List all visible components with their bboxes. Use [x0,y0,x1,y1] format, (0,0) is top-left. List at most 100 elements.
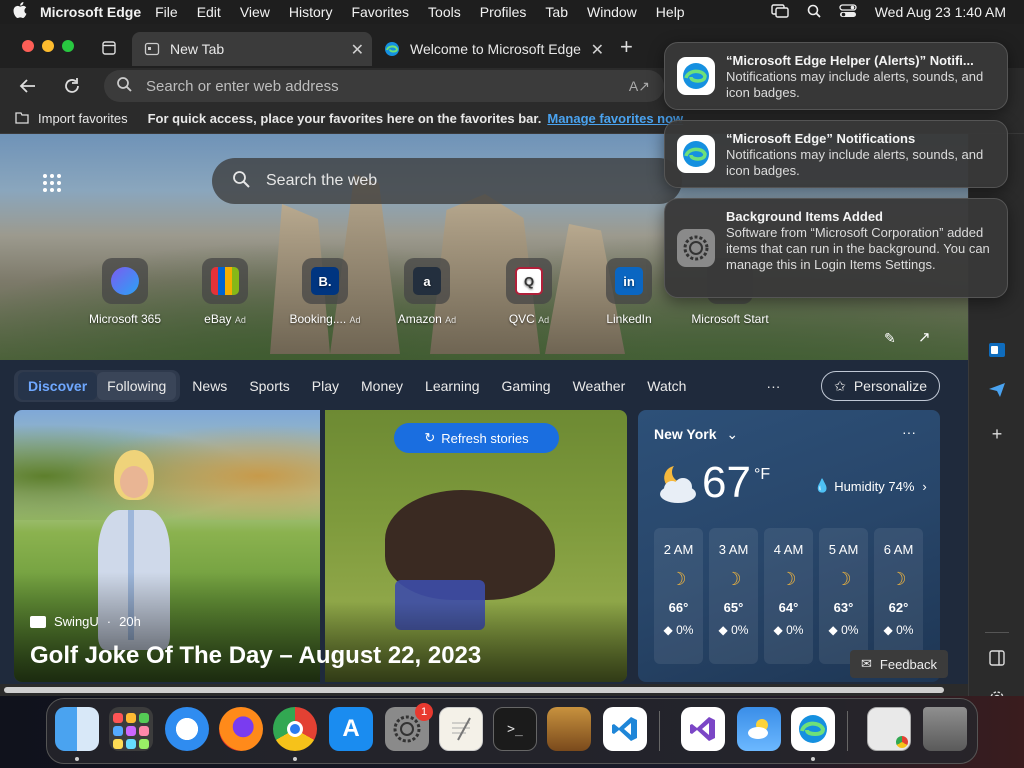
spotlight-search-icon[interactable] [807,4,821,21]
personalize-button[interactable]: ✩ Personalize [821,371,940,401]
weather-more-button[interactable]: ··· [902,424,916,440]
droplet-icon: ◆ [828,623,838,637]
tab-discover[interactable]: Discover [18,372,98,400]
notification-edge-helper[interactable]: “Microsoft Edge Helper (Alerts)” Notifi.… [664,42,1008,110]
close-tab-icon[interactable]: ✕ [591,40,604,60]
back-arrow-icon[interactable] [18,76,38,101]
precip-value: 0% [786,623,804,637]
quick-link-label: QVC [508,312,535,326]
precip-value: 0% [896,623,914,637]
weather-card[interactable]: New York ⌄ ··· 67 °F 💧 Humidity 74% › 2 … [638,410,940,682]
notification-title: Background Items Added [726,209,883,224]
nav-news[interactable]: News [192,378,227,394]
menu-view[interactable]: View [240,4,270,20]
finder-icon[interactable] [55,707,99,751]
quick-link-amazon[interactable]: a Amazon Ad [382,258,472,326]
tab-welcome[interactable]: Welcome to Microsoft Edge ✕ [372,32,612,66]
notification-background-items[interactable]: Background Items Added Software from “Mi… [664,198,1008,298]
terminal-icon[interactable]: >_ [493,707,537,751]
menu-file[interactable]: File [155,4,178,20]
menu-help[interactable]: Help [656,4,685,20]
chrome-window-preview-icon[interactable] [867,707,911,751]
edge-app-icon[interactable] [791,707,835,751]
precip-value: 0% [841,623,859,637]
menu-history[interactable]: History [289,4,333,20]
refresh-stories-button[interactable]: ↻ Refresh stories [394,423,559,453]
hourly-forecast: 5 AM ☽ 63° ◆ 0% [819,528,868,664]
tab-following[interactable]: Following [97,372,177,400]
read-aloud-icon[interactable]: A↗ [629,78,650,95]
control-center-icon[interactable] [839,3,857,21]
tab-new-tab[interactable]: New Tab ✕ [132,32,372,66]
outlook-icon[interactable] [985,338,1009,362]
nav-learning[interactable]: Learning [425,378,480,394]
menu-edit[interactable]: Edit [197,4,221,20]
more-nav-button[interactable]: ··· [766,378,780,394]
quick-link-ebay[interactable]: eBay Ad [180,258,270,326]
visual-studio-icon[interactable] [681,707,725,751]
apple-menu-icon[interactable] [0,2,40,22]
chevron-right-icon: › [922,478,927,494]
droplet-icon: ◆ [773,623,783,637]
firefox-icon[interactable] [219,707,263,751]
tab-actions-icon[interactable] [102,41,116,60]
edge-logo-icon [677,57,715,95]
moon-cloud-icon [652,462,700,511]
address-bar[interactable]: Search or enter web address A↗ [104,70,664,102]
nav-sports[interactable]: Sports [249,378,289,394]
vscode-icon[interactable] [603,707,647,751]
drop-send-icon[interactable] [985,378,1009,402]
quick-link-microsoft-365[interactable]: Microsoft 365 [80,258,170,326]
story-headline[interactable]: Golf Joke Of The Day – August 22, 2023 [30,642,481,670]
quick-link-qvc[interactable]: Q QVC Ad [484,258,574,326]
app-menu[interactable]: Microsoft Edge [40,4,141,20]
apps-grid-icon[interactable] [42,173,62,198]
hour-precip: ◆ 0% [654,623,703,637]
chrome-icon[interactable] [273,707,317,751]
nav-watch[interactable]: Watch [647,378,686,394]
close-tab-icon[interactable]: ✕ [351,40,364,60]
menu-window[interactable]: Window [587,4,637,20]
menu-tools[interactable]: Tools [428,4,461,20]
manage-favorites-link[interactable]: Manage favorites now [547,111,683,126]
notification-edge[interactable]: “Microsoft Edge” Notifications Notificat… [664,120,1008,188]
running-indicator [75,757,79,761]
quick-link-booking[interactable]: B. Booking.... Ad [280,258,370,326]
moon-icon: ☽ [670,569,687,589]
nav-money[interactable]: Money [361,378,403,394]
menu-profiles[interactable]: Profiles [480,4,527,20]
quick-link-label: Amazon [397,312,442,326]
zoom-window-button[interactable] [62,40,74,52]
scrollbar-thumb[interactable] [4,687,944,693]
minimize-window-button[interactable] [42,40,54,52]
refresh-icon[interactable] [62,76,82,101]
menubar-clock[interactable]: Wed Aug 23 1:40 AM [875,4,1006,20]
quick-link-linkedin[interactable]: in LinkedIn [584,258,674,326]
nav-weather[interactable]: Weather [573,378,626,394]
close-window-button[interactable] [22,40,34,52]
import-favorites-button[interactable]: Import favorites [38,111,128,126]
horizontal-scrollbar[interactable] [0,684,968,696]
menu-favorites[interactable]: Favorites [351,4,409,20]
feedback-button[interactable]: ✉ Feedback [850,650,948,678]
new-tab-plus-icon[interactable]: + [620,36,633,58]
menu-tab[interactable]: Tab [545,4,568,20]
nav-gaming[interactable]: Gaming [502,378,551,394]
weather-location[interactable]: New York ⌄ [654,426,738,443]
add-sidebar-app-icon[interactable]: + [985,422,1009,446]
web-search-box[interactable]: Search the web [212,158,682,204]
garageband-icon[interactable] [547,707,591,751]
customize-page-icon[interactable]: ✎ [884,330,896,347]
textedit-icon[interactable] [439,707,483,751]
weather-app-icon[interactable] [737,707,781,751]
safari-icon[interactable] [165,707,209,751]
app-store-icon[interactable]: A [329,707,373,751]
launchpad-icon[interactable] [109,707,153,751]
expand-icon[interactable]: ↗ [918,328,931,346]
hide-sidebar-icon[interactable] [985,646,1009,670]
humidity[interactable]: 💧 Humidity 74% › [814,478,927,494]
screen-mirroring-icon[interactable] [771,3,789,21]
nav-play[interactable]: Play [312,378,339,394]
trash-icon[interactable] [923,707,967,751]
settings-gear-icon[interactable] [985,686,1009,696]
